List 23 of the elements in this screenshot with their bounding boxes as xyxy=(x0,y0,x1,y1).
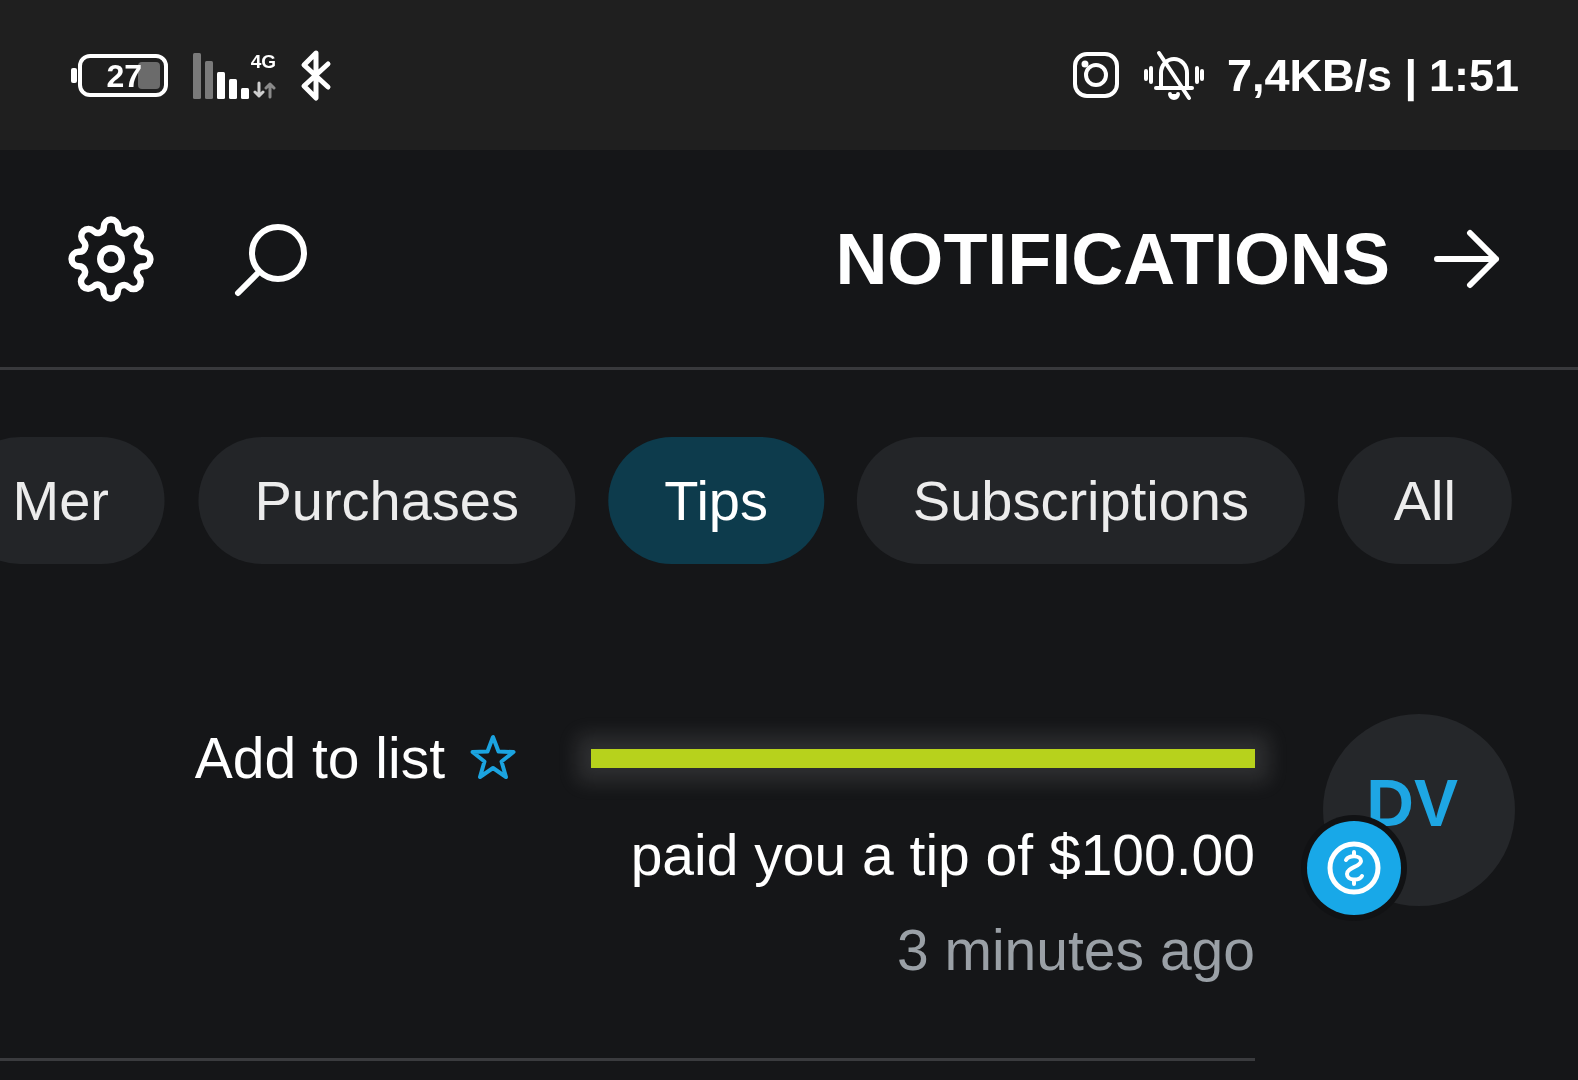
back-button[interactable] xyxy=(1434,228,1500,289)
filter-tab[interactable]: All xyxy=(1337,437,1512,564)
bell-off-icon xyxy=(1143,48,1206,102)
notification-time: 3 minutes ago xyxy=(896,917,1255,984)
battery-percentage: 27 xyxy=(106,59,142,92)
network-type: 4G xyxy=(251,51,277,71)
camera-icon xyxy=(1073,52,1120,98)
battery-icon xyxy=(70,53,168,97)
settings-button[interactable] xyxy=(68,215,154,302)
filter-tab[interactable]: Purchases xyxy=(198,437,575,564)
notification-message: paid you a tip of $100.00 xyxy=(630,822,1255,889)
settings-icon xyxy=(68,215,154,302)
filter-tab[interactable]: Mer xyxy=(0,437,166,564)
add-to-list-button[interactable]: Add to list xyxy=(194,729,516,787)
avatar-initials: DV xyxy=(1366,770,1458,836)
filter-tab[interactable]: Subscriptions xyxy=(856,437,1305,564)
star-icon xyxy=(470,734,516,782)
page-title: NOTIFICATIONS xyxy=(835,222,1390,295)
data-arrows-icon xyxy=(251,80,276,99)
clock-time: 1:51 xyxy=(1428,52,1519,98)
filter-tab[interactable]: Tips xyxy=(607,437,824,564)
network-speed: 7,4KB/s xyxy=(1227,52,1393,98)
right-arrow-icon xyxy=(1434,228,1500,289)
